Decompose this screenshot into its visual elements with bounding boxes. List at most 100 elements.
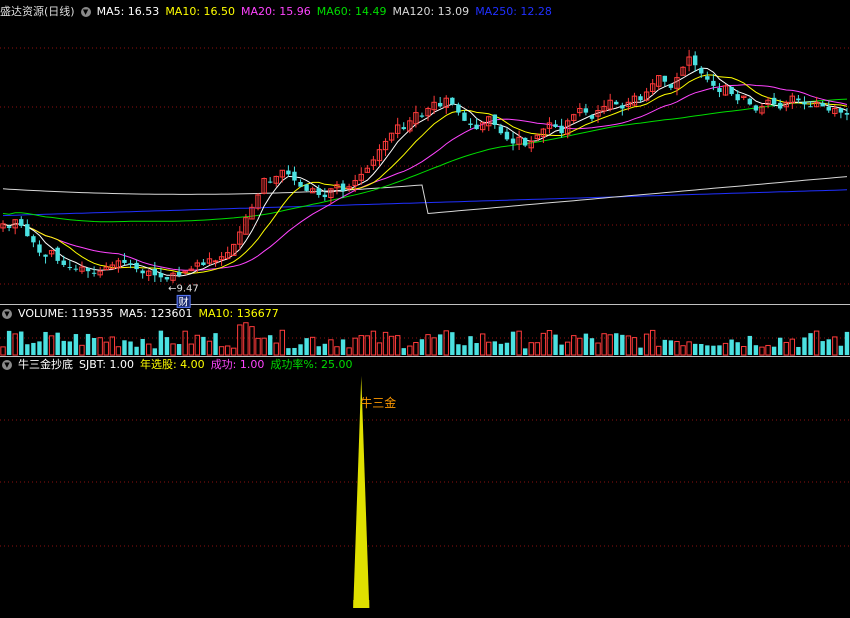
volume-bar (91, 338, 97, 355)
volume-bar (705, 345, 710, 355)
candle-body (31, 236, 36, 243)
candle-body (559, 125, 564, 134)
volume-bar (358, 335, 364, 356)
candle-body (140, 270, 145, 274)
volume-bar (656, 345, 662, 356)
volume-bar (48, 335, 55, 356)
volume-bar (79, 344, 85, 356)
volume-bar (443, 330, 449, 356)
volume-bar (510, 331, 516, 355)
candle-body (67, 267, 73, 269)
volume-bar (643, 333, 650, 356)
volume-bar (808, 333, 813, 355)
candle-body (292, 171, 297, 181)
kline-chart[interactable]: ←9.47财牛三金 (0, 0, 850, 618)
volume-bar (625, 335, 632, 356)
volume-bar (717, 345, 722, 355)
candle-body (820, 102, 825, 107)
candle-body (735, 94, 740, 101)
volume-bar (0, 346, 6, 356)
volume-bar (747, 335, 753, 355)
volume-bar (735, 342, 740, 355)
volume-bar (699, 343, 704, 355)
volume-bar (158, 330, 164, 355)
candle-body (510, 138, 516, 144)
volume-bar (631, 337, 638, 356)
volume-bar (583, 333, 589, 355)
volume-bar (261, 337, 267, 356)
volume-bar (194, 334, 201, 356)
volume-bar (12, 333, 18, 356)
candle-body (583, 108, 589, 113)
ma10-line (2, 74, 848, 274)
volume-bar (182, 330, 188, 356)
ma120-line (2, 176, 848, 215)
volume-bar (61, 340, 66, 355)
volume-bar (456, 344, 461, 355)
volume-bar (376, 342, 383, 356)
volume-bar (559, 344, 564, 355)
candle-body (298, 181, 303, 187)
volume-bar (765, 344, 771, 356)
volume-bar (844, 331, 850, 355)
volume-bar (662, 339, 668, 355)
volume-bar (364, 335, 371, 356)
volume-bar (103, 341, 109, 356)
volume-bar (413, 341, 419, 356)
volume-bar (206, 340, 213, 356)
candle-body (401, 127, 406, 130)
volume-bar (25, 344, 30, 355)
candle-body (456, 104, 461, 113)
volume-bar (97, 337, 103, 356)
volume-bar (813, 330, 820, 356)
volume-bar (802, 337, 807, 355)
volume-bar (419, 339, 425, 355)
volume-bar (401, 348, 406, 355)
candle-body (589, 115, 595, 119)
candle-body (340, 183, 346, 191)
volume-bar (540, 332, 547, 356)
volume-bar (19, 331, 24, 355)
volume-bar (431, 337, 437, 356)
volume-bar (826, 339, 831, 355)
volume-bar (115, 346, 122, 356)
volume-bar (267, 335, 273, 355)
candle-body (43, 254, 48, 257)
volume-bar (450, 332, 455, 355)
volume-bar (680, 345, 686, 356)
volume-bar (789, 338, 796, 356)
volume-bar (170, 343, 176, 356)
volume-bar (394, 335, 401, 356)
volume-bar (309, 336, 316, 356)
volume-bar (437, 334, 443, 355)
candle-body (267, 181, 273, 183)
volume-bar (304, 338, 309, 355)
volume-bar (67, 341, 73, 355)
candle-body (91, 272, 97, 274)
volume-bar (140, 338, 145, 355)
volume-bar (832, 336, 838, 356)
candle-body (25, 224, 30, 237)
candle-body (450, 97, 455, 105)
candle-body (6, 226, 12, 228)
volume-bar (146, 343, 152, 356)
event-badge-label: 财 (179, 295, 189, 308)
signal-label: 牛三金 (360, 395, 396, 410)
candle-body (73, 268, 79, 270)
volume-bar (370, 330, 377, 356)
volume-bar (571, 335, 577, 356)
volume-bar (122, 340, 127, 355)
candle-body (158, 273, 164, 278)
volume-bar (546, 330, 553, 356)
volume-bar (534, 342, 541, 356)
candle-body (85, 267, 91, 272)
volume-bar (777, 337, 783, 355)
volume-bar (468, 336, 473, 355)
sjbt-signal-base (353, 600, 370, 608)
candle-body (620, 105, 625, 109)
volume-bar (352, 337, 358, 356)
candle-body (838, 108, 844, 113)
ma5-line (2, 67, 848, 277)
volume-bar (759, 346, 765, 356)
candle-body (322, 194, 328, 198)
